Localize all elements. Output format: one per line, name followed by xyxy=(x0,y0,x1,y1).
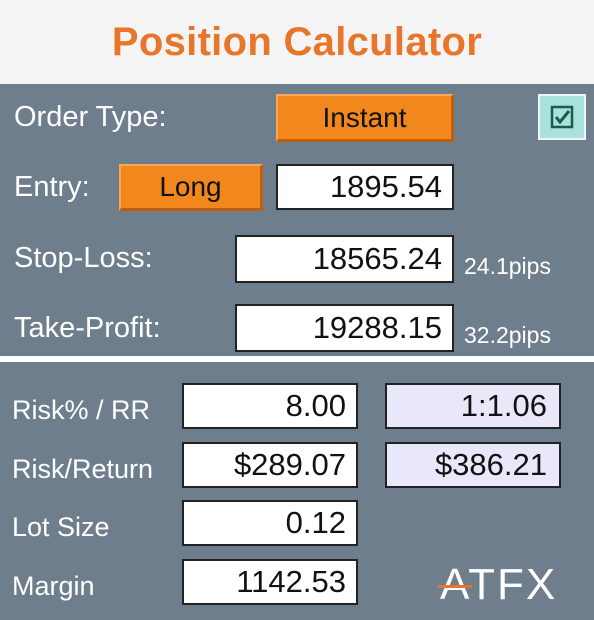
return-amount-value: $386.21 xyxy=(385,442,561,488)
risk-return-label: Risk/Return xyxy=(12,454,154,484)
lot-size-label: Lot Size xyxy=(12,512,110,542)
take-profit-pips: 32.2pips xyxy=(464,322,551,348)
margin-value: 1142.53 xyxy=(182,559,358,605)
stop-loss-input[interactable]: 18565.24 xyxy=(235,235,454,283)
margin-label: Margin xyxy=(12,571,95,601)
take-profit-input[interactable]: 19288.15 xyxy=(235,304,454,352)
reward-ratio-value: 1:1.06 xyxy=(385,383,561,429)
entry-label: Entry: xyxy=(14,171,90,203)
order-type-button[interactable]: Instant xyxy=(276,94,454,142)
risk-percent-input[interactable]: 8.00 xyxy=(182,383,358,429)
checkbox-checked-icon xyxy=(550,105,574,129)
page-title: Position Calculator xyxy=(111,19,483,64)
lot-size-input[interactable]: 0.12 xyxy=(182,500,358,546)
stop-loss-pips: 24.1pips xyxy=(464,253,551,279)
title-bar: Position Calculator xyxy=(0,0,594,84)
take-profit-label: Take-Profit: xyxy=(14,312,161,344)
risk-rr-label: Risk% / RR xyxy=(12,395,151,425)
logo-accent-bar xyxy=(438,585,472,588)
entry-direction-button[interactable]: Long xyxy=(119,164,263,211)
order-type-checkbox[interactable] xyxy=(538,94,586,140)
risk-amount-input[interactable]: $289.07 xyxy=(182,442,358,488)
stop-loss-label: Stop-Loss: xyxy=(14,242,153,274)
order-type-label: Order Type: xyxy=(14,101,167,133)
entry-price-input[interactable]: 1895.54 xyxy=(276,164,454,210)
